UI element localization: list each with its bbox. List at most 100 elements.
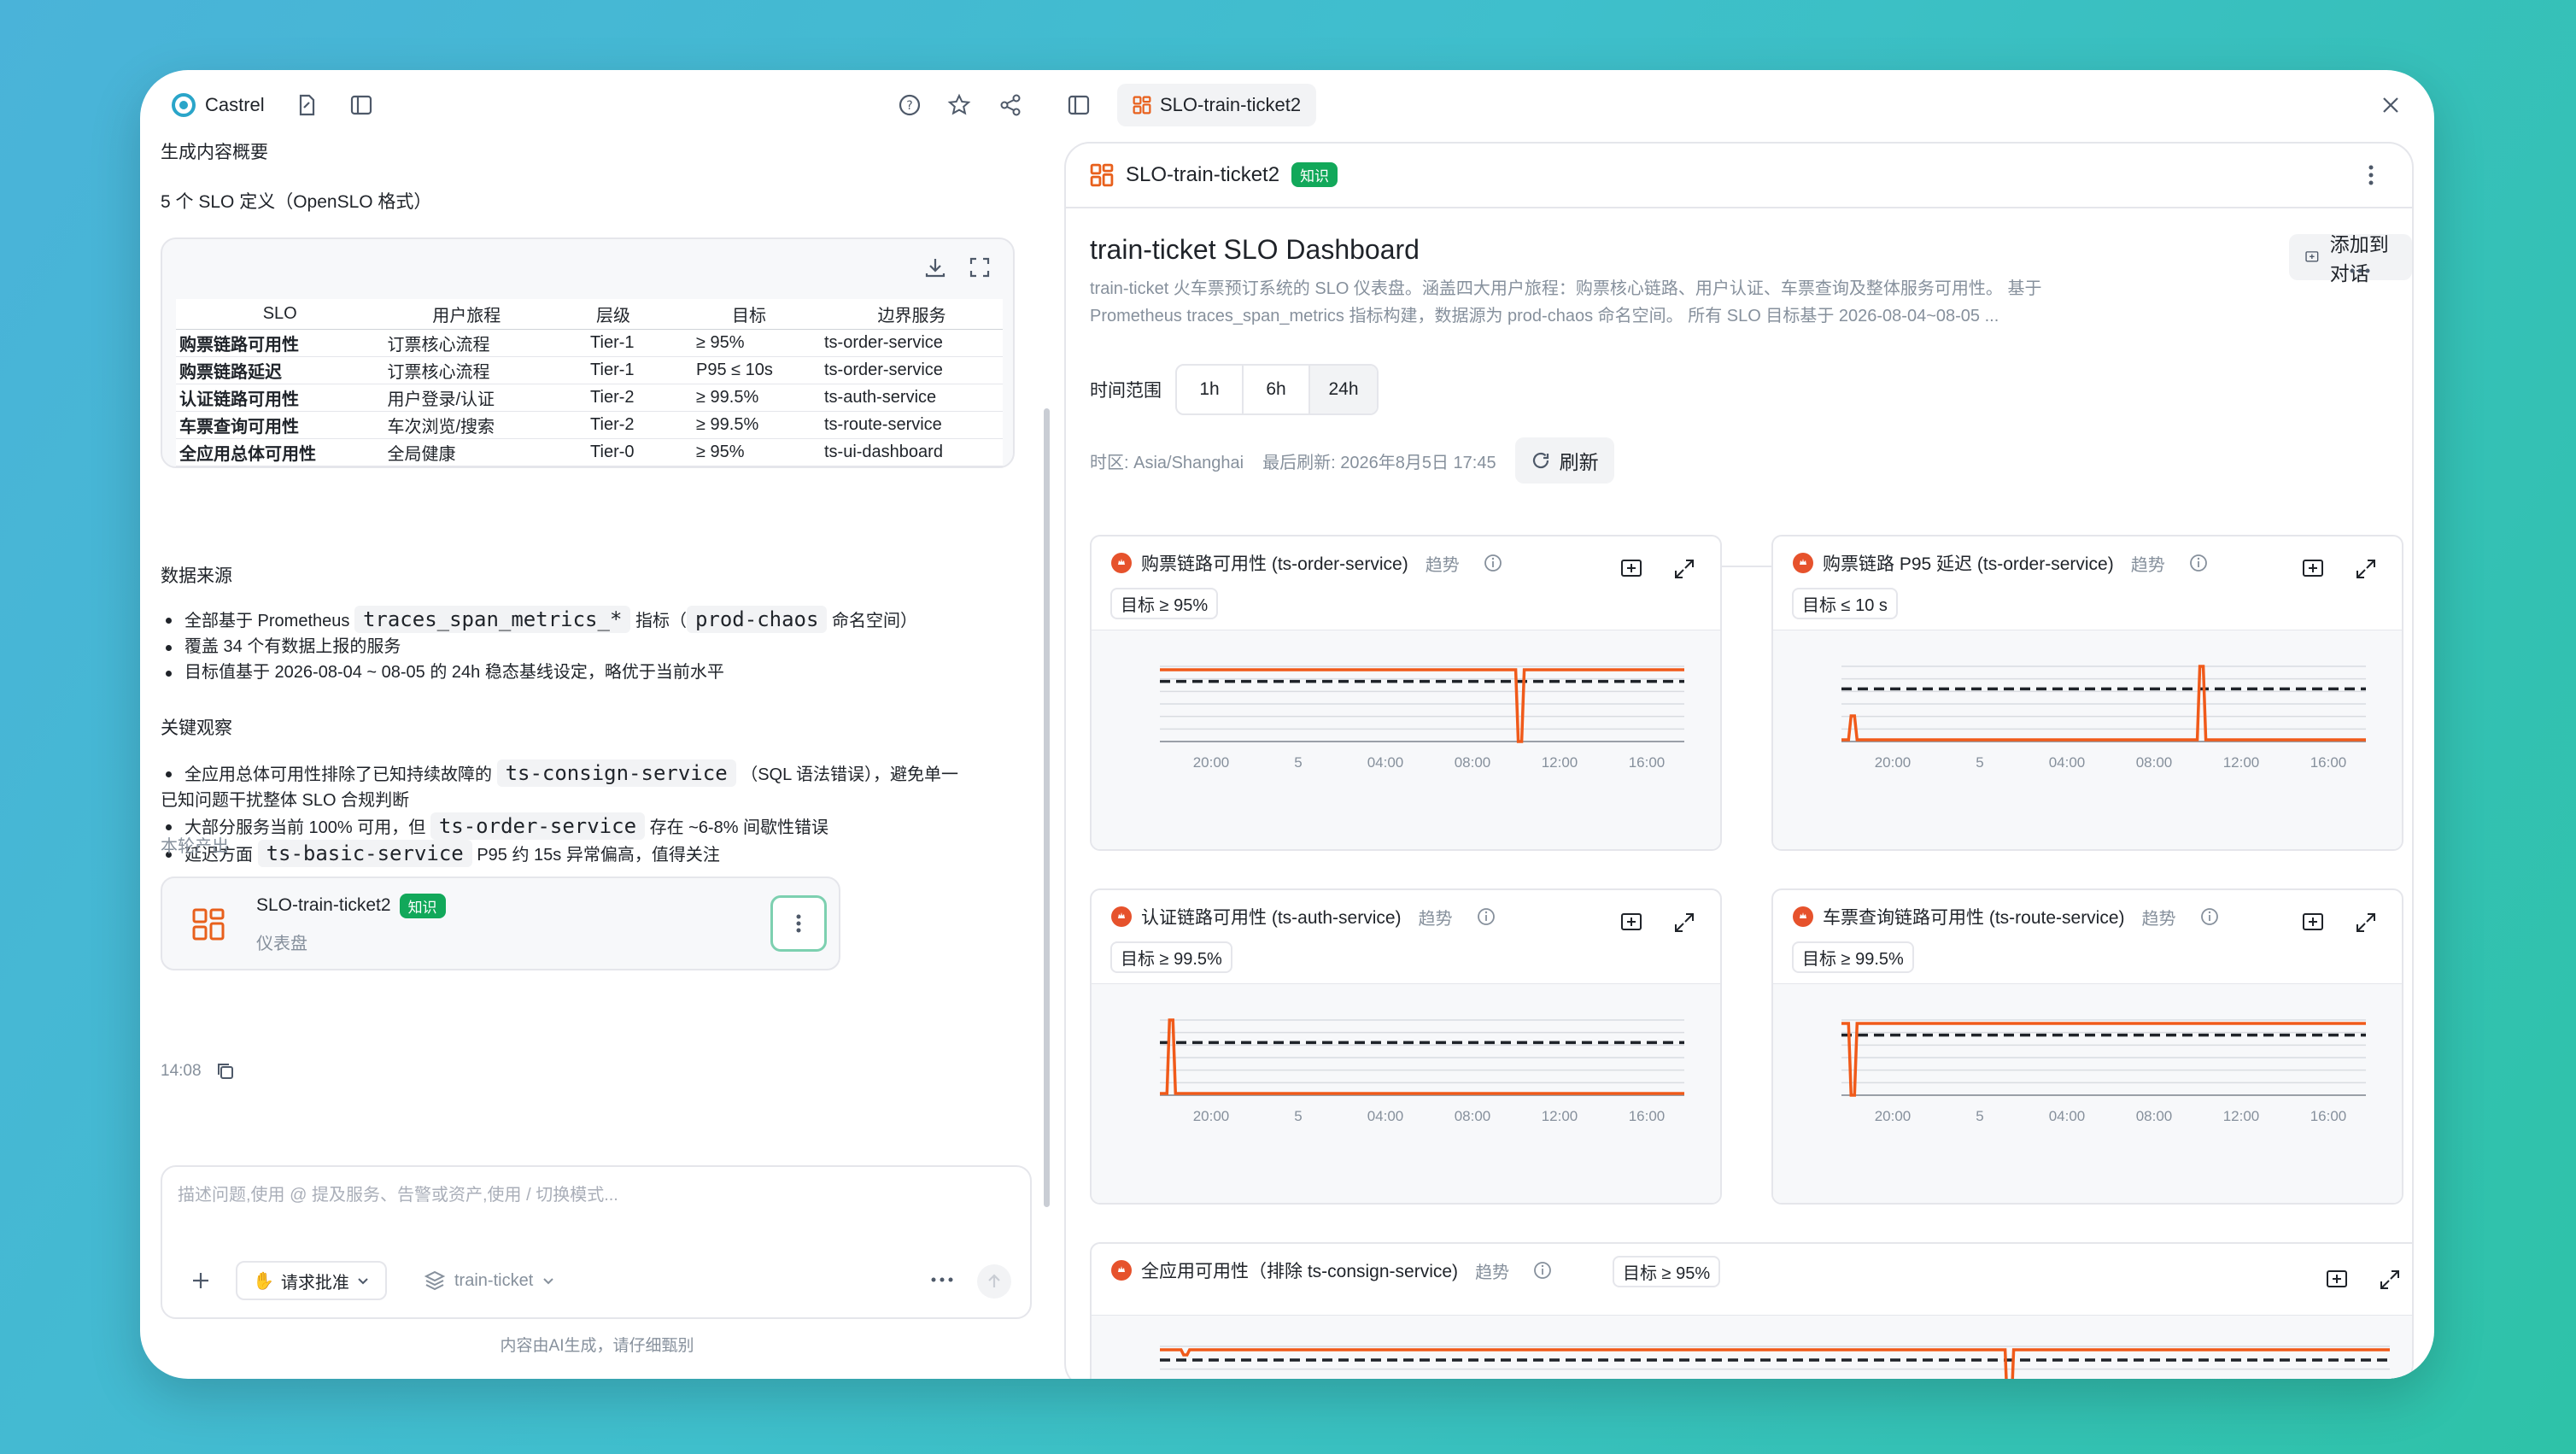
- card-title-row: 全应用可用性（排除 ts-consign-service) 趋势: [1110, 1258, 1552, 1283]
- table-cell: ts-order-service: [820, 356, 1003, 384]
- table-header: 目标: [677, 299, 821, 330]
- add-comment-icon[interactable]: [1619, 911, 1643, 935]
- prometheus-icon: [1793, 906, 1813, 927]
- star-icon[interactable]: [946, 92, 972, 118]
- range-24h[interactable]: 24h: [1310, 366, 1377, 413]
- table-cell: 订票核心流程: [383, 329, 550, 357]
- card-plot-area: [1092, 1316, 2412, 1379]
- more-horizontal-icon[interactable]: [929, 1271, 955, 1288]
- collapse-panel-icon[interactable]: [1066, 92, 1092, 118]
- dashboard-more-icon[interactable]: [2349, 263, 2371, 278]
- list-item: 延迟方面 ts-basic-service P95 约 15s 异常偏高，值得关…: [161, 840, 1023, 868]
- table-cell: 购票链路延迟: [176, 356, 384, 384]
- x-tick-label: 5: [1976, 1108, 1983, 1124]
- send-button[interactable]: [977, 1264, 1011, 1299]
- list-item: 全部基于 Prometheus traces_span_metrics_* 指标…: [161, 606, 917, 634]
- info-icon[interactable]: [1484, 554, 1502, 572]
- info-icon[interactable]: [1477, 907, 1496, 926]
- card-plot-area: 20:00 5 04:00 08:00 12:00 16:00: [1773, 630, 2402, 849]
- add-attachment-icon[interactable]: [188, 1268, 214, 1293]
- table-cell: ≥ 99.5%: [677, 384, 821, 412]
- target-badge: 目标 ≥ 99.5%: [1792, 941, 1914, 973]
- chat-scrollbar[interactable]: [1044, 408, 1050, 1207]
- trend-label: 趋势: [1425, 555, 1460, 575]
- card-title: 认证链路可用性 (ts-auth-service): [1141, 908, 1402, 928]
- expand-icon[interactable]: [2354, 557, 2378, 581]
- info-icon[interactable]: [1533, 1261, 1552, 1280]
- add-comment-icon[interactable]: [2325, 1268, 2349, 1292]
- refresh-row: 时区: Asia/Shanghai 最后刷新: 2026年8月5日 17:45 …: [1090, 437, 1614, 484]
- artifact-title: SLO-train-ticket2 知识: [256, 894, 446, 918]
- info-icon[interactable]: [2200, 907, 2219, 926]
- sidebar-toggle-icon[interactable]: [348, 92, 374, 118]
- refresh-icon: [1532, 452, 1549, 469]
- table-cell: Tier-2: [549, 384, 677, 412]
- target-badge: 目标 ≥ 99.5%: [1110, 941, 1232, 973]
- refresh-button[interactable]: 刷新: [1514, 437, 1614, 484]
- card-title: 购票链路 P95 延迟 (ts-order-service): [1823, 554, 2114, 574]
- hand-icon: ✋: [253, 1271, 274, 1291]
- x-tick-label: 04:00: [2049, 1108, 2086, 1124]
- x-tick-label: 16:00: [1629, 1108, 1666, 1124]
- knowledge-badge: 知识: [399, 894, 446, 918]
- expand-icon[interactable]: [2378, 1268, 2402, 1292]
- dashboard-description: train-ticket 火车票预订系统的 SLO 仪表盘。涵盖四大用户旅程：购…: [1090, 279, 2042, 325]
- project-select[interactable]: train-ticket: [424, 1261, 555, 1300]
- panel-more-icon[interactable]: [2368, 164, 2374, 191]
- x-tick-label: 08:00: [2136, 1108, 2173, 1124]
- range-6h[interactable]: 6h: [1244, 366, 1310, 413]
- list-item-continuation: 已知问题干扰整体 SLO 合规判断: [161, 791, 410, 810]
- help-icon[interactable]: ?: [897, 92, 922, 118]
- tab-slo-train-ticket2[interactable]: SLO-train-ticket2: [1117, 84, 1317, 126]
- last-refresh: 最后刷新: 2026年8月5日 17:45: [1262, 453, 1496, 472]
- x-tick-label: 20:00: [1193, 754, 1230, 771]
- x-tick-label: 5: [1976, 754, 1983, 771]
- card-actions: [2301, 557, 2378, 581]
- new-chat-icon[interactable]: [294, 92, 319, 118]
- card-actions: [2301, 911, 2378, 935]
- download-icon[interactable]: [922, 255, 948, 280]
- table-cell: 购票链路可用性: [176, 329, 384, 357]
- table-cell: ≥ 99.5%: [677, 411, 821, 439]
- artifact-card[interactable]: SLO-train-ticket2 知识 仪表盘: [161, 877, 840, 970]
- slo-chart-card: 认证链路可用性 (ts-auth-service) 趋势 目标 ≥ 99.5% 20:…: [1090, 888, 1722, 1205]
- share-icon[interactable]: [998, 92, 1023, 118]
- message-time: 14:08: [161, 1062, 202, 1080]
- app-logo[interactable]: Castrel: [171, 92, 265, 118]
- data-source-list: 全部基于 Prometheus traces_span_metrics_* 指标…: [161, 606, 917, 685]
- table-header: 边界服务: [820, 299, 1003, 330]
- x-tick-label: 12:00: [2223, 754, 2260, 771]
- slo-chart-card: 购票链路可用性 (ts-order-service) 趋势 目标 ≥ 95% 20:0…: [1090, 535, 1722, 851]
- close-icon[interactable]: [2380, 94, 2402, 116]
- table-cell: ts-auth-service: [820, 384, 1003, 412]
- card-plot-area: 20:00 5 04:00 08:00 12:00 16:00: [1092, 630, 1720, 849]
- add-comment-icon[interactable]: [2301, 557, 2325, 581]
- card-title-row: 车票查询链路可用性 (ts-route-service) 趋势: [1792, 904, 2219, 929]
- artifact-more-button[interactable]: [770, 895, 827, 952]
- panel-header-title: SLO-train-ticket2 知识: [1090, 162, 1338, 187]
- expand-icon[interactable]: [2354, 911, 2378, 935]
- x-tick-label: 5: [1294, 1108, 1302, 1124]
- expand-icon[interactable]: [1672, 557, 1696, 581]
- copy-icon[interactable]: [215, 1061, 236, 1082]
- approval-mode-select[interactable]: ✋ 请求批准: [236, 1261, 387, 1300]
- add-comment-icon[interactable]: [2301, 911, 2325, 935]
- table-cell: 订票核心流程: [383, 356, 550, 384]
- fullscreen-icon[interactable]: [967, 255, 992, 280]
- card-title-row: 购票链路可用性 (ts-order-service) 趋势: [1110, 550, 1502, 576]
- slo-chart-card: 全应用可用性（排除 ts-consign-service) 趋势 目标 ≥ 95%: [1090, 1242, 2412, 1379]
- chat-input-box[interactable]: 描述问题,使用 @ 提及服务、告警或资产,使用 / 切换模式... ✋ 请求批准…: [161, 1165, 1032, 1319]
- slo-count: 5 个 SLO 定义（OpenSLO 格式）: [161, 192, 432, 212]
- message-meta: 14:08: [161, 1061, 236, 1082]
- table-row: 车票查询可用性 车次浏览/搜索 Tier-2 ≥ 99.5% ts-route-serv…: [176, 411, 1003, 439]
- expand-icon[interactable]: [1672, 911, 1696, 935]
- range-1h[interactable]: 1h: [1177, 366, 1244, 413]
- info-icon[interactable]: [2189, 554, 2208, 572]
- artifact-type: 仪表盘: [256, 935, 307, 953]
- card-actions: [1619, 911, 1696, 935]
- add-comment-icon[interactable]: [1619, 557, 1643, 581]
- chat-input-placeholder[interactable]: 描述问题,使用 @ 提及服务、告警或资产,使用 / 切换模式...: [178, 1181, 618, 1205]
- card-header: 全应用可用性（排除 ts-consign-service) 趋势 目标 ≥ 95%: [1092, 1244, 2412, 1316]
- svg-text:?: ?: [906, 99, 912, 113]
- chevron-down-icon: [543, 1278, 553, 1285]
